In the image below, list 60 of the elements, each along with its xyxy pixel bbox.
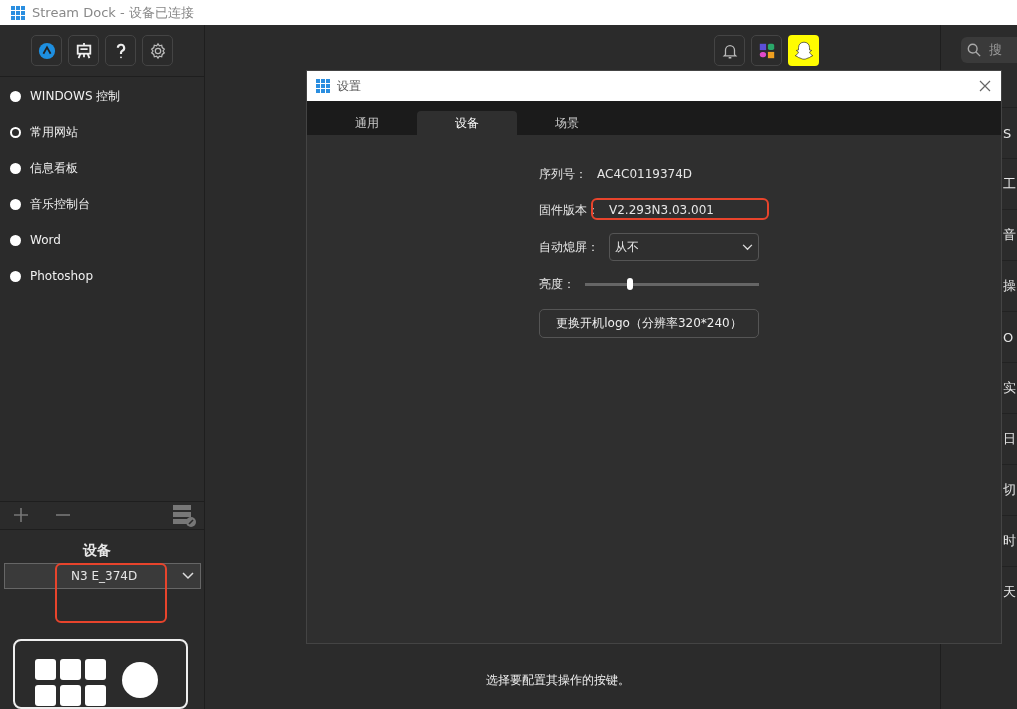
profile-item[interactable]: Word bbox=[0, 222, 204, 258]
profile-item[interactable]: 音乐控制台 bbox=[0, 186, 204, 222]
close-icon[interactable] bbox=[979, 80, 991, 92]
action-item[interactable]: 时 bbox=[1003, 532, 1016, 550]
apps-icon bbox=[757, 41, 776, 60]
help-button[interactable] bbox=[105, 35, 136, 66]
settings-icon bbox=[148, 41, 167, 60]
profile-item[interactable]: WINDOWS 控制 bbox=[0, 78, 204, 114]
profile-name: 信息看板 bbox=[30, 159, 78, 177]
action-item[interactable]: 操 bbox=[1003, 277, 1016, 295]
action-item[interactable]: 日 bbox=[1003, 430, 1016, 448]
add-icon[interactable] bbox=[13, 507, 29, 524]
ghost-app-button[interactable] bbox=[788, 35, 819, 66]
field-label: 亮度： bbox=[539, 275, 575, 293]
chevron-down-icon bbox=[182, 571, 194, 580]
plugin-button[interactable] bbox=[751, 35, 782, 66]
search-icon bbox=[967, 43, 981, 57]
profile-name: 常用网站 bbox=[30, 123, 78, 141]
sleep-select[interactable]: 从不 bbox=[609, 233, 759, 261]
serial-number: AC4C0119374D bbox=[597, 167, 693, 181]
field-label: 自动熄屏： bbox=[539, 238, 599, 256]
app-logo-icon bbox=[10, 4, 26, 21]
action-item[interactable]: 切 bbox=[1003, 481, 1016, 499]
firmware-version: V2.293N3.03.001 bbox=[609, 203, 714, 217]
easel-icon bbox=[74, 41, 93, 60]
device-label: 设备 bbox=[81, 541, 112, 560]
window-title: Stream Dock - 设备已连接 bbox=[32, 3, 194, 22]
profile-name: Word bbox=[30, 233, 61, 247]
action-item[interactable]: 实 bbox=[1003, 379, 1016, 397]
app-logo-icon bbox=[315, 78, 331, 94]
store-button[interactable] bbox=[31, 35, 62, 66]
profile-item[interactable]: 信息看板 bbox=[0, 150, 204, 186]
profile-name: WINDOWS 控制 bbox=[30, 87, 121, 105]
action-item[interactable]: S bbox=[1003, 125, 1012, 141]
profile-name: Photoshop bbox=[30, 269, 94, 283]
settings-tab[interactable]: 通用 bbox=[317, 111, 417, 135]
dialog-title: 设置 bbox=[337, 77, 361, 95]
notification-button[interactable] bbox=[714, 35, 745, 66]
profile-name: 音乐控制台 bbox=[30, 195, 90, 213]
search-field[interactable]: 搜 bbox=[961, 37, 1017, 63]
chevron-circle-icon bbox=[37, 41, 56, 60]
brightness-slider-thumb[interactable] bbox=[627, 277, 634, 290]
profile-item[interactable]: 常用网站 bbox=[0, 114, 204, 150]
chevron-down-icon bbox=[742, 243, 753, 251]
action-item[interactable]: O bbox=[1003, 329, 1014, 345]
change-logo-button[interactable]: 更换开机logo（分辨率320*240） bbox=[539, 309, 759, 338]
hint-text: 选择要配置其操作的按键。 bbox=[484, 672, 631, 689]
server-edit-icon[interactable] bbox=[172, 503, 196, 528]
device-select[interactable]: N3 E_374D bbox=[4, 562, 201, 589]
profile-item[interactable]: Photoshop bbox=[0, 258, 204, 294]
settings-button[interactable] bbox=[142, 35, 173, 66]
settings-tab[interactable]: 设备 bbox=[417, 111, 517, 135]
action-item[interactable]: 天 bbox=[1003, 583, 1016, 601]
field-label: 固件版本： bbox=[539, 201, 599, 219]
easel-button[interactable] bbox=[68, 35, 99, 66]
ghost-icon bbox=[792, 39, 815, 62]
action-item[interactable]: 工 bbox=[1003, 175, 1016, 193]
action-item[interactable]: 音 bbox=[1003, 226, 1016, 244]
field-label: 序列号： bbox=[539, 165, 587, 183]
settings-tab[interactable]: 场景 bbox=[517, 111, 617, 135]
